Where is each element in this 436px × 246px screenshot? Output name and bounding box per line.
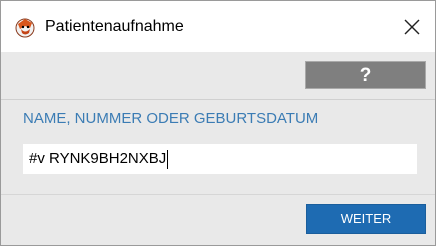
search-input[interactable]: #v RYNK9BH2NXBJ bbox=[23, 144, 417, 174]
search-input-value: #v RYNK9BH2NXBJ bbox=[29, 150, 167, 167]
title-bar: Patientenaufnahme bbox=[1, 1, 435, 52]
section-divider bbox=[1, 99, 435, 100]
app-logo-icon bbox=[14, 16, 36, 38]
text-caret bbox=[167, 149, 169, 169]
dialog-window: Patientenaufnahme ? NAME, NUMMER ODER GE… bbox=[0, 0, 436, 246]
help-button[interactable]: ? bbox=[305, 61, 426, 89]
window-title: Patientenaufnahme bbox=[45, 18, 184, 35]
footer-divider bbox=[1, 194, 435, 195]
search-field-label: NAME, NUMMER ODER GEBURTSDATUM bbox=[23, 110, 319, 127]
close-icon[interactable] bbox=[399, 14, 425, 40]
continue-button[interactable]: WEITER bbox=[306, 204, 426, 234]
